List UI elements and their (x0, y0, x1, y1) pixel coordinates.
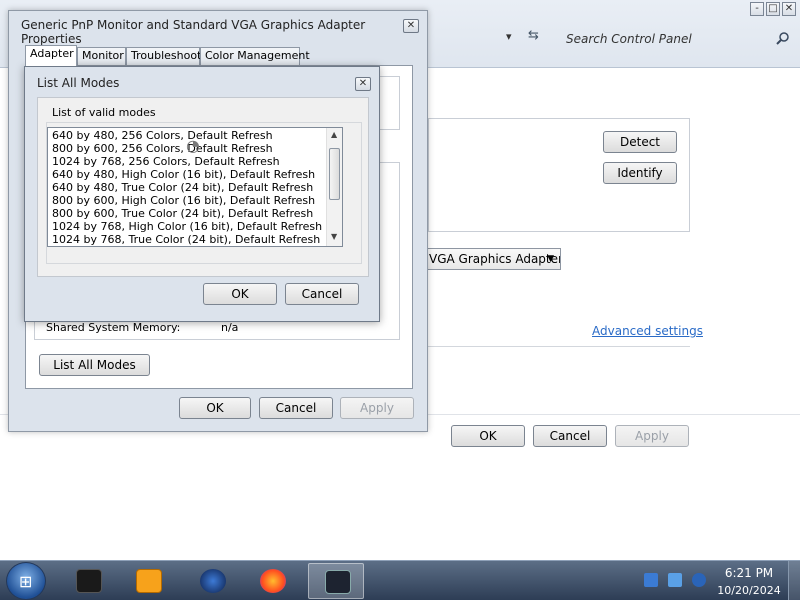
search-input[interactable]: Search Control Panel (554, 28, 798, 50)
modes-group-label: List of valid modes (52, 106, 156, 119)
tab-troubleshoot[interactable]: Troubleshoot (126, 47, 201, 65)
list-item[interactable]: 1024 by 768, High Color (16 bit), Defaul… (52, 220, 322, 233)
list-item[interactable]: 1024 by 768, 256 Colors, Default Refresh (52, 155, 280, 168)
ok-button[interactable]: OK (203, 283, 277, 305)
advanced-settings-link[interactable]: Advanced settings (592, 324, 703, 338)
apply-button[interactable]: Apply (615, 425, 689, 447)
clock-date[interactable]: 10/20/2024 (716, 584, 782, 597)
tab-color-management[interactable]: Color Management (200, 47, 310, 65)
search-placeholder: Search Control Panel (566, 32, 692, 46)
list-item[interactable]: 640 by 480, 256 Colors, Default Refresh (52, 129, 273, 142)
taskbar: ⊞ 6:21 PM 10/20/2024 (0, 560, 800, 600)
tab-monitor[interactable]: Monitor (77, 47, 126, 65)
taskbar-item-firefox[interactable] (244, 563, 300, 599)
windows-logo-icon: ⊞ (19, 572, 33, 591)
list-item[interactable]: 800 by 600, 256 Colors, Default Refresh (52, 142, 273, 155)
display-settings-icon (325, 570, 351, 594)
display-icon[interactable] (668, 573, 682, 587)
taskbar-item-firefox-dev[interactable] (184, 563, 240, 599)
divider (428, 346, 690, 347)
apply-button[interactable]: Apply (340, 397, 414, 419)
close-icon[interactable]: ✕ (355, 77, 371, 91)
scroll-down-icon[interactable]: ▼ (331, 232, 337, 241)
list-item[interactable]: 800 by 600, True Color (24 bit), Default… (52, 207, 313, 220)
network-icon[interactable] (644, 573, 658, 587)
adapter-select[interactable]: VGA Graphics Adapter ▼ (420, 248, 561, 270)
clock-time[interactable]: 6:21 PM (716, 566, 782, 580)
list-item[interactable]: 1024 by 768, True Color (24 bit), Defaul… (52, 233, 320, 246)
cancel-button[interactable]: Cancel (533, 425, 607, 447)
notification-area (636, 563, 708, 599)
media-player-icon (136, 569, 162, 593)
busy-cursor-icon: ◔ (186, 136, 200, 155)
taskbar-item-media-player[interactable] (120, 563, 176, 599)
identify-button[interactable]: Identify (603, 162, 677, 184)
taskbar-item-display-settings[interactable] (308, 563, 364, 599)
vertical-scrollbar[interactable]: ▲ ▼ (326, 128, 342, 246)
shared-memory-value: n/a (221, 321, 239, 334)
chevron-down-icon: ▼ (547, 254, 554, 264)
recent-pages-dropdown-icon[interactable]: ▾ (506, 30, 512, 43)
scroll-up-icon[interactable]: ▲ (331, 130, 337, 139)
refresh-icon[interactable]: ⇆ (528, 28, 539, 43)
show-desktop-button[interactable] (788, 561, 800, 600)
close-icon[interactable]: ✕ (403, 19, 419, 33)
list-item[interactable]: 640 by 480, High Color (16 bit), Default… (52, 168, 315, 181)
ok-button[interactable]: OK (451, 425, 525, 447)
list-all-modes-button[interactable]: List All Modes (39, 354, 150, 376)
close-icon[interactable]: ✕ (782, 2, 796, 16)
list-item[interactable]: 640 by 480, True Color (24 bit), Default… (52, 181, 313, 194)
maximize-icon[interactable]: □ (766, 2, 780, 16)
taskbar-item-terminal[interactable] (60, 563, 116, 599)
search-icon[interactable] (776, 28, 790, 50)
cancel-button[interactable]: Cancel (259, 397, 333, 419)
minimize-icon[interactable]: - (750, 2, 764, 16)
dialog-title: Generic PnP Monitor and Standard VGA Gra… (21, 18, 366, 46)
scrollbar-thumb[interactable] (329, 148, 340, 200)
adapter-select-value: VGA Graphics Adapter (429, 252, 561, 266)
tab-adapter[interactable]: Adapter (25, 45, 77, 66)
terminal-icon (76, 569, 102, 593)
display-group-box: Detect Identify (428, 118, 690, 232)
cancel-button[interactable]: Cancel (285, 283, 359, 305)
ok-button[interactable]: OK (179, 397, 251, 419)
firefox-dev-icon (200, 569, 226, 593)
volume-icon[interactable] (692, 573, 706, 587)
dialog-title: List All Modes (37, 76, 120, 90)
list-all-modes-dialog: List All Modes ✕ List of valid modes 640… (24, 66, 380, 322)
shared-memory-label: Shared System Memory: (46, 321, 181, 334)
list-item[interactable]: 800 by 600, High Color (16 bit), Default… (52, 194, 315, 207)
detect-button[interactable]: Detect (603, 131, 677, 153)
firefox-icon (260, 569, 286, 593)
start-button[interactable]: ⊞ (6, 562, 46, 600)
